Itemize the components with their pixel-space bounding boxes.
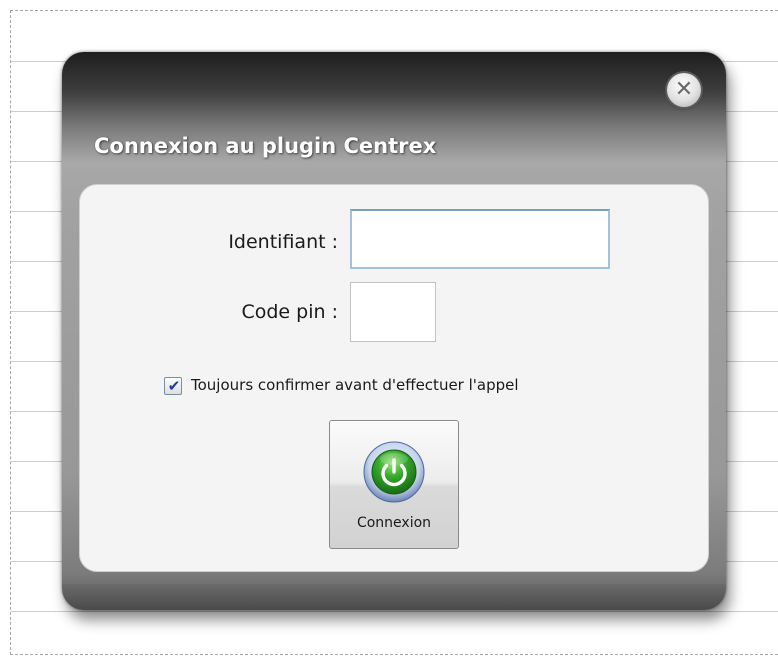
- confirm-call-label[interactable]: Toujours confirmer avant d'effectuer l'a…: [191, 376, 519, 394]
- ruled-line: [11, 611, 778, 612]
- page: ✕ Connexion au plugin Centrex Identifian…: [0, 0, 778, 658]
- login-dialog: ✕ Connexion au plugin Centrex Identifian…: [62, 52, 726, 610]
- close-button[interactable]: ✕: [667, 73, 701, 107]
- login-form-panel: Identifiant : Code pin : ✔ Toujours conf…: [79, 184, 709, 572]
- identifiant-label: Identifiant :: [228, 231, 338, 253]
- close-icon: ✕: [674, 77, 694, 102]
- pin-label: Code pin :: [241, 301, 338, 323]
- connect-button-label: Connexion: [356, 515, 432, 531]
- dialog-title: Connexion au plugin Centrex: [94, 134, 437, 158]
- confirm-call-checkbox[interactable]: ✔: [164, 377, 182, 395]
- connect-button[interactable]: Connexion: [329, 420, 459, 549]
- pin-input[interactable]: [350, 282, 436, 342]
- power-icon: [363, 441, 425, 503]
- checkmark-icon: ✔: [167, 377, 181, 395]
- identifiant-input[interactable]: [350, 209, 610, 269]
